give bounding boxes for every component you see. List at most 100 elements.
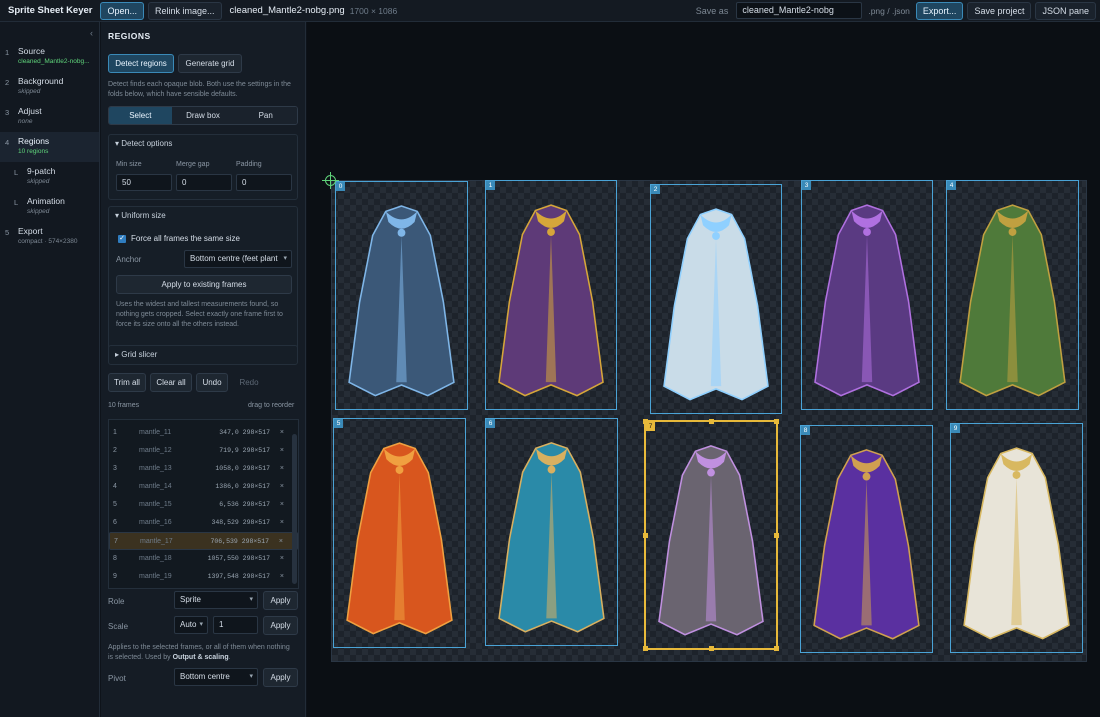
apply-existing-frames-button[interactable]: Apply to existing frames (116, 275, 292, 294)
resize-handle[interactable] (774, 533, 779, 538)
pivot-select[interactable]: Bottom centre ▾ (174, 668, 258, 686)
checkbox-checked-icon[interactable]: ✓ (118, 235, 126, 243)
nav-step-source[interactable]: 1 Source cleaned_Mantle2-nobg... (0, 42, 99, 72)
generate-grid-button[interactable]: Generate grid (178, 54, 242, 73)
step-number: L (14, 198, 19, 207)
merge-gap-input[interactable]: 0 (176, 174, 232, 191)
resize-handle[interactable] (774, 419, 779, 424)
resize-handle[interactable] (709, 419, 714, 424)
role-select[interactable]: Sprite ▾ (174, 591, 258, 609)
clear-all-button[interactable]: Clear all (150, 373, 192, 392)
nav-step-animation[interactable]: L Animation skipped (0, 192, 99, 222)
sprite-frame[interactable]: 1 (485, 180, 617, 410)
sprite-frame[interactable]: 7 (643, 419, 779, 651)
nav-step-adjust[interactable]: 3 Adjust none (0, 102, 99, 132)
remove-frame-icon[interactable]: × (280, 496, 284, 514)
step-number: L (14, 168, 19, 177)
mode-select[interactable]: Select (109, 107, 172, 124)
export-button[interactable]: Export... (915, 1, 964, 20)
padding-label: Padding (236, 161, 262, 168)
frame-row[interactable]: 2 mantle_12 719,9 298×517 × (109, 442, 298, 460)
sprite-frame[interactable]: 5 (333, 418, 466, 648)
remove-frame-icon[interactable]: × (280, 442, 284, 460)
scale-mode-select[interactable]: Auto ▾ (174, 616, 208, 634)
mode-pan[interactable]: Pan (234, 107, 297, 124)
remove-frame-icon[interactable]: × (280, 424, 284, 442)
anchor-label: Anchor (116, 255, 142, 264)
frame-coords: 1386,0 298×517 (215, 483, 270, 490)
uniform-size-toggle[interactable]: ▾ Uniform size (109, 207, 297, 225)
nav-step-9-patch[interactable]: L 9-patch skipped (0, 162, 99, 192)
resize-handle[interactable] (643, 646, 648, 651)
open-button[interactable]: Open... (100, 1, 145, 20)
frame-coords: 1397,548 298×517 (207, 573, 270, 580)
frame-row[interactable]: 4 mantle_14 1386,0 298×517 × (109, 478, 298, 496)
relink-image-button[interactable]: Relink image... (148, 1, 222, 20)
json-pane-button[interactable]: JSON pane (1035, 1, 1096, 20)
cloak-sprite-icon (813, 449, 920, 640)
sprite-frame[interactable]: 3 (801, 180, 933, 410)
anchor-select[interactable]: Bottom centre (feet plant ▾ (184, 250, 292, 268)
frame-coords: 6,536 298×517 (219, 501, 270, 508)
frame-row[interactable]: 6 mantle_16 348,529 298×517 × (109, 514, 298, 532)
sprite-frame[interactable]: 9 (950, 423, 1083, 653)
sprite-frame[interactable]: 4 (946, 180, 1079, 410)
apply-scale-button[interactable]: Apply (263, 616, 298, 635)
resize-handle[interactable] (709, 646, 714, 651)
step-label: Regions (18, 136, 50, 146)
list-scrollbar[interactable] (292, 434, 297, 584)
remove-frame-icon[interactable]: × (280, 460, 284, 478)
frames-count: 10 frames (108, 402, 140, 409)
apply-role-button[interactable]: Apply (263, 591, 298, 610)
nav-step-background[interactable]: 2 Background skipped (0, 72, 99, 102)
fold-title: Uniform size (121, 211, 166, 220)
grid-slicer-fold[interactable]: ▸ Grid slicer (108, 345, 298, 365)
undo-button[interactable]: Undo (196, 373, 228, 392)
frame-coords: 1057,550 298×517 (207, 555, 270, 562)
detect-regions-button[interactable]: Detect regions (108, 54, 174, 73)
remove-frame-icon[interactable]: × (279, 533, 283, 551)
frame-row[interactable]: 5 mantle_15 6,536 298×517 × (109, 496, 298, 514)
cloak-sprite-icon (814, 204, 920, 397)
origin-crosshair-icon[interactable] (322, 172, 339, 189)
save-project-button[interactable]: Save project (967, 1, 1032, 20)
frame-row[interactable]: 8 mantle_18 1057,550 298×517 × (109, 550, 298, 568)
remove-frame-icon[interactable]: × (280, 478, 284, 496)
detect-options-toggle[interactable]: ▾ Detect options (109, 135, 297, 153)
padding-input[interactable]: 0 (236, 174, 292, 191)
redo-button[interactable]: Redo (232, 373, 266, 392)
frame-row[interactable]: 3 mantle_13 1058,0 298×517 × (109, 460, 298, 478)
save-name-input[interactable]: cleaned_Mantle2-nobg (736, 2, 863, 19)
nav-step-export[interactable]: 5 Export compact · 574×2380 (0, 222, 99, 252)
nav-step-regions[interactable]: 4 Regions 10 regions (0, 132, 99, 162)
frame-name: mantle_19 (139, 573, 172, 580)
step-number: 2 (5, 78, 10, 87)
chevron-down-icon: ▾ (199, 621, 203, 628)
remove-frame-icon[interactable]: × (280, 568, 284, 586)
pivot-label: Pivot (108, 674, 126, 683)
remove-frame-icon[interactable]: × (280, 514, 284, 532)
mode-draw-box[interactable]: Draw box (171, 107, 235, 124)
sprite-frame[interactable]: 8 (800, 425, 933, 653)
chevron-left-icon[interactable]: ‹ (90, 28, 93, 38)
frame-row[interactable]: 7 mantle_17 706,539 298×517 × (109, 532, 298, 550)
resize-handle[interactable] (643, 533, 648, 538)
frame-name: mantle_14 (139, 483, 172, 490)
frame-index: 6 (113, 519, 117, 526)
scale-input[interactable]: 1 (213, 616, 258, 634)
trim-all-button[interactable]: Trim all (108, 373, 146, 392)
step-number: 1 (5, 48, 10, 57)
sprite-frame[interactable]: 0 (335, 181, 468, 410)
apply-pivot-button[interactable]: Apply (263, 668, 298, 687)
resize-handle[interactable] (643, 419, 648, 424)
min-size-input[interactable]: 50 (116, 174, 172, 191)
resize-handle[interactable] (774, 646, 779, 651)
frame-coords: 706,539 298×517 (210, 538, 269, 545)
sprite-frame[interactable]: 2 (650, 184, 782, 414)
remove-frame-icon[interactable]: × (280, 550, 284, 568)
frame-row[interactable]: 1 mantle_11 347,0 298×517 × (109, 424, 298, 442)
frame-index: 8 (113, 555, 117, 562)
sprite-frame[interactable]: 6 (485, 418, 618, 646)
frame-row[interactable]: 9 mantle_19 1397,548 298×517 × (109, 568, 298, 586)
export-extensions: .png / .json (868, 5, 910, 16)
